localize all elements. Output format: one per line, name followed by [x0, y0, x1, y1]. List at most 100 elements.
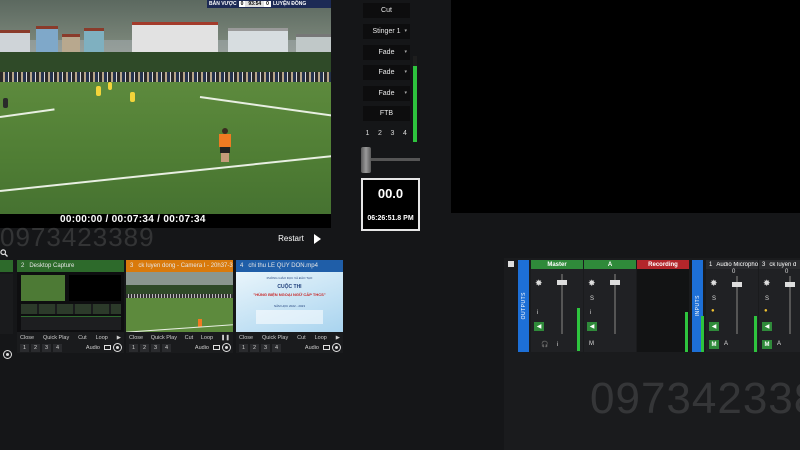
speaker-icon[interactable]: ◀	[534, 322, 544, 331]
transition-number-4[interactable]: 4	[400, 128, 411, 139]
tbar-handle[interactable]	[361, 147, 371, 173]
input-strip-header: 1 Audio Micropho	[706, 260, 758, 269]
scoreboard: BẢN VƯỢC 0 93:54 0 LUYỆN ĐỒNG	[207, 0, 331, 8]
input-thumbnail[interactable]	[126, 272, 233, 332]
overlay-button-4[interactable]: 4	[272, 343, 281, 352]
play-icon[interactable]	[314, 234, 321, 244]
monitor-icon[interactable]	[104, 345, 111, 350]
bus-a-mute[interactable]: M	[589, 341, 594, 347]
speaker-icon[interactable]: ◀	[762, 322, 772, 331]
overlay-button-4[interactable]: 4	[162, 343, 171, 352]
input-control-loop[interactable]: Loop	[315, 335, 327, 341]
bus-a-fader-knob[interactable]	[610, 280, 620, 285]
input-solo[interactable]: S	[712, 296, 716, 302]
mic-icon: ●	[711, 308, 715, 314]
input-control-close[interactable]: Close	[20, 335, 34, 341]
chevron-down-icon[interactable]: ▾	[404, 90, 407, 96]
master-strip: Master ✸ i ◀ 🎧 i	[531, 260, 583, 352]
input-thumbnail[interactable]	[17, 272, 124, 332]
input-mute-button[interactable]: M	[762, 340, 772, 349]
input-card-header[interactable]: 3 ck luyen dong - Camera I - 20h37-36 ...	[126, 260, 233, 272]
input-thumbnail[interactable]: PHÒNG GIÁO DỤC VÀ ĐÀO TẠO CUỘC THI "HÙNG B…	[236, 272, 343, 332]
chevron-down-icon[interactable]: ▾	[404, 28, 407, 34]
overlay-button-3[interactable]: 3	[42, 343, 51, 352]
outputs-tab[interactable]: OUTPUTS	[518, 260, 529, 352]
overlay-button-1[interactable]: 1	[129, 343, 138, 352]
gear-icon[interactable]: ✸	[535, 278, 543, 289]
overlay-button-2[interactable]: 2	[250, 343, 259, 352]
transition-button-1[interactable]: Cut	[363, 3, 410, 18]
building	[132, 22, 218, 54]
input-control-close[interactable]: Close	[129, 335, 143, 341]
bus-a-solo[interactable]: S	[590, 296, 594, 302]
bus-a-info: i	[590, 310, 592, 316]
input-control-cut[interactable]: Cut	[78, 335, 87, 341]
master-fader-knob[interactable]	[557, 280, 567, 285]
input-number: 3	[130, 263, 134, 269]
player	[130, 92, 135, 102]
speaker-icon[interactable]: ◀	[587, 322, 597, 331]
overlay-button-2[interactable]: 2	[140, 343, 149, 352]
transition-button-5[interactable]: Fade ▾	[363, 86, 410, 101]
headphones-icon[interactable]: 🎧	[541, 341, 548, 348]
transition-button-3[interactable]: Fade ▾	[363, 45, 410, 60]
search-icon[interactable]	[0, 249, 8, 257]
gear-icon[interactable]: ✸	[710, 278, 718, 289]
input-1-thumb[interactable]	[0, 274, 13, 334]
transition-number-2[interactable]: 2	[375, 128, 386, 139]
overlay-button-1[interactable]: 1	[239, 343, 248, 352]
gear-icon[interactable]	[223, 344, 230, 351]
input-1-marker[interactable]	[0, 260, 13, 272]
chevron-down-icon[interactable]: ▾	[404, 49, 407, 55]
preview-video[interactable]	[0, 0, 331, 214]
pause-icon[interactable]: ❚❚	[221, 335, 230, 341]
input-audio-button[interactable]: Audio	[86, 345, 100, 351]
gear-icon[interactable]	[4, 345, 11, 363]
input-card-header[interactable]: 2 Desktop Capture	[17, 260, 124, 272]
input-bus-a[interactable]: A	[724, 341, 728, 347]
transition-number-1[interactable]: 1	[362, 128, 373, 139]
input-card[interactable]: 2 Desktop Capture Close Quick Play Cut Loop ▶ 1…	[17, 260, 124, 353]
input-control-quick-play[interactable]: Quick Play	[43, 335, 69, 341]
input-bus-a[interactable]: A	[777, 341, 781, 347]
overlay-button-3[interactable]: 3	[261, 343, 270, 352]
input-audio-button[interactable]: Audio	[195, 345, 209, 351]
overlay-button-4[interactable]: 4	[53, 343, 62, 352]
input-control-loop[interactable]: Loop	[96, 335, 108, 341]
play-icon[interactable]: ▶	[117, 335, 121, 341]
input-card-header[interactable]: 4 chi thu LE QUY DON.mp4	[236, 260, 343, 272]
input-control-loop[interactable]: Loop	[201, 335, 213, 341]
mixer-menu-icon[interactable]	[508, 261, 514, 267]
input-control-quick-play[interactable]: Quick Play	[262, 335, 288, 341]
gear-icon[interactable]: ✸	[588, 278, 596, 289]
overlay-button-1[interactable]: 1	[20, 343, 29, 352]
input-control-cut[interactable]: Cut	[185, 335, 194, 341]
transition-button-6[interactable]: FTB	[363, 106, 410, 121]
transition-button-4[interactable]: Fade ▾	[363, 65, 410, 80]
input-solo[interactable]: S	[765, 296, 769, 302]
monitor-icon[interactable]	[213, 345, 220, 350]
overlay-button-3[interactable]: 3	[151, 343, 160, 352]
input-fader-knob[interactable]	[785, 282, 795, 287]
transition-button-label: Stinger 1	[372, 28, 401, 35]
input-card[interactable]: 4 chi thu LE QUY DON.mp4 PHÒNG GIÁO DỤC VÀ…	[236, 260, 343, 353]
overlay-button-2[interactable]: 2	[31, 343, 40, 352]
input-mute-button[interactable]: M	[709, 340, 719, 349]
input-control-cut[interactable]: Cut	[297, 335, 306, 341]
input-audio-button[interactable]: Audio	[305, 345, 319, 351]
gear-icon[interactable]: ✸	[763, 278, 771, 289]
restart-button[interactable]: Restart	[276, 231, 306, 245]
play-icon[interactable]: ▶	[336, 335, 340, 341]
speaker-icon[interactable]: ◀	[709, 322, 719, 331]
mic-icon: ●	[764, 308, 768, 314]
monitor-icon[interactable]	[323, 345, 330, 350]
input-control-close[interactable]: Close	[239, 335, 253, 341]
transition-button-2[interactable]: Stinger 1 ▾	[363, 24, 410, 39]
transition-number-3[interactable]: 3	[387, 128, 398, 139]
input-card[interactable]: 3 ck luyen dong - Camera I - 20h37-36 ...…	[126, 260, 233, 353]
input-control-quick-play[interactable]: Quick Play	[151, 335, 177, 341]
chevron-down-icon[interactable]: ▾	[404, 69, 407, 75]
gear-icon[interactable]	[114, 344, 121, 351]
input-fader-knob[interactable]	[732, 282, 742, 287]
gear-icon[interactable]	[333, 344, 340, 351]
